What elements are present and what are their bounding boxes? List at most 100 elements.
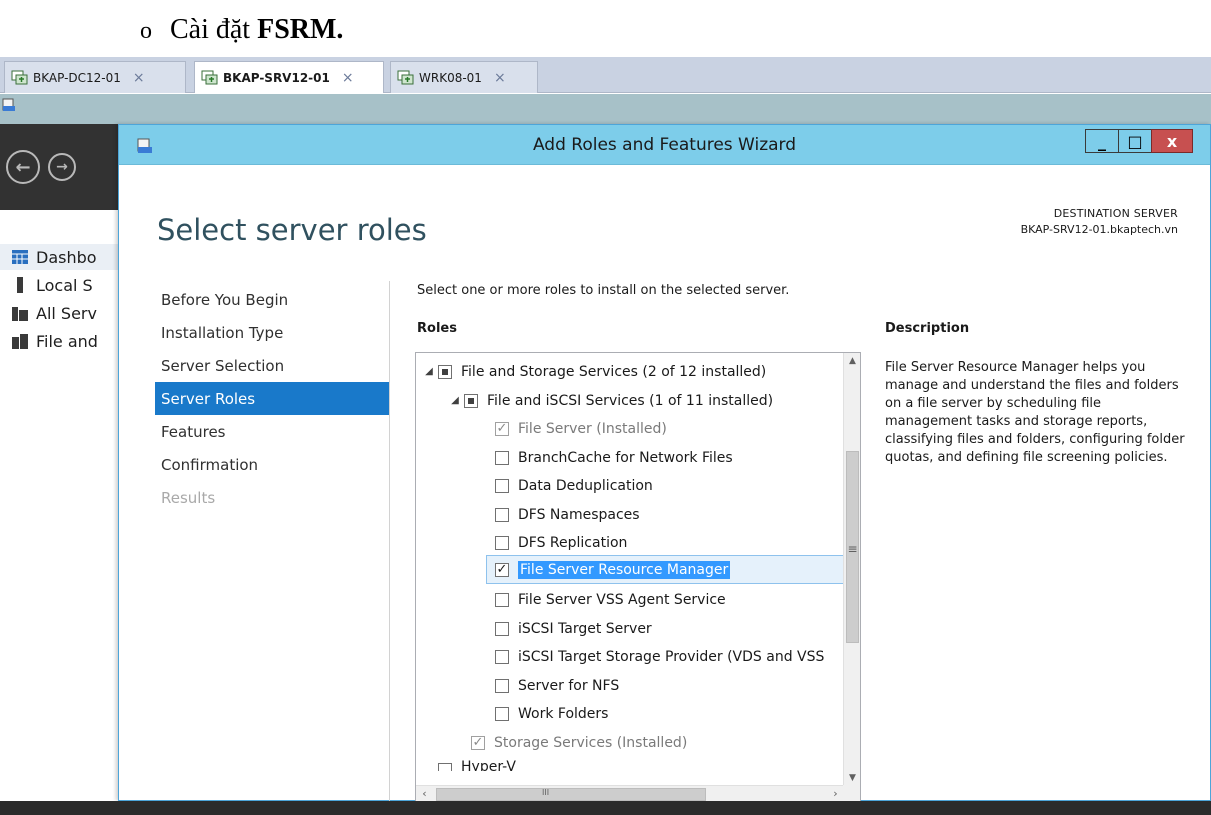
step-features[interactable]: Features: [155, 415, 389, 448]
roles-vertical-scrollbar[interactable]: ▲ ≡ ▼: [843, 353, 860, 787]
servers-icon: [12, 307, 28, 321]
taskbar: [0, 801, 1211, 815]
close-tab-icon[interactable]: ×: [342, 70, 354, 86]
expand-triangle-icon[interactable]: ◢: [446, 395, 464, 406]
role-description: File Server Resource Manager helps you m…: [885, 360, 1185, 465]
role-label: File and iSCSI Services (1 of 11 install…: [487, 392, 774, 409]
role-row[interactable]: Work Folders: [416, 699, 844, 728]
role-row: ✓ File Server (Installed): [416, 414, 844, 443]
bullet-marker: o: [140, 18, 152, 44]
vm-tab-dc12[interactable]: BKAP-DC12-01 ×: [4, 61, 186, 93]
checkbox-checked[interactable]: ✓: [495, 562, 509, 577]
sidebar-item-file-storage[interactable]: File and: [0, 328, 130, 354]
checkbox-partial[interactable]: [464, 393, 478, 408]
back-arrow-icon[interactable]: ←: [6, 150, 40, 184]
minimize-button[interactable]: _: [1085, 129, 1119, 153]
close-button[interactable]: x: [1151, 129, 1193, 153]
role-label: BranchCache for Network Files: [518, 449, 733, 466]
role-label: File Server (Installed): [518, 420, 667, 437]
role-label: Data Deduplication: [518, 477, 653, 494]
scroll-up-icon[interactable]: ▲: [844, 353, 860, 370]
maximize-button[interactable]: □: [1118, 129, 1152, 153]
sidebar-item-label: All Serv: [36, 303, 97, 323]
vm-connection-icon: [201, 70, 218, 84]
role-label: File and Storage Services (2 of 12 insta…: [461, 363, 767, 380]
vm-connection-icon: [11, 70, 28, 84]
checkbox[interactable]: [438, 763, 452, 771]
checkbox[interactable]: [495, 678, 509, 693]
role-row[interactable]: Server for NFS: [416, 671, 844, 700]
step-before-you-begin[interactable]: Before You Begin: [155, 283, 389, 316]
checkbox[interactable]: [495, 649, 509, 664]
role-row[interactable]: DFS Namespaces: [416, 500, 844, 529]
vm-connection-icon: [397, 70, 414, 84]
file-storage-icon: [12, 334, 28, 349]
sidebar-item-label: File and: [36, 331, 98, 351]
vm-tab-label: BKAP-SRV12-01: [223, 70, 330, 85]
description-heading: Description: [885, 321, 970, 336]
role-row[interactable]: iSCSI Target Server: [416, 614, 844, 643]
heading-prefix: Cài đặt: [170, 14, 258, 45]
add-roles-wizard-dialog: Add Roles and Features Wizard _ □ x Sele…: [118, 124, 1211, 803]
forward-arrow-icon[interactable]: →: [48, 153, 76, 181]
heading-bold-term: FSRM.: [257, 14, 344, 45]
instruction-text: Select one or more roles to install on t…: [417, 283, 790, 298]
server-manager-header: ← →: [0, 124, 130, 210]
horizontal-scroll-thumb[interactable]: [436, 788, 706, 801]
step-server-roles[interactable]: Server Roles: [155, 382, 389, 415]
role-row[interactable]: DFS Replication: [416, 528, 844, 557]
destination-server-label: DESTINATION SERVER: [1053, 207, 1178, 220]
vm-tab-wrk08[interactable]: WRK08-01 ×: [390, 61, 538, 93]
checkbox[interactable]: [495, 621, 509, 636]
role-label: Hyper-V: [461, 759, 516, 771]
checkbox[interactable]: [495, 706, 509, 721]
sidebar-item-label: Local S: [36, 275, 93, 295]
role-label: Work Folders: [518, 705, 609, 722]
step-installation-type[interactable]: Installation Type: [155, 316, 389, 349]
sidebar-item-local-server[interactable]: Local S: [0, 272, 130, 298]
scroll-grip-icon: ≡: [847, 542, 858, 556]
sidebar-item-dashboard[interactable]: Dashbo: [0, 244, 130, 270]
step-server-selection[interactable]: Server Selection: [155, 349, 389, 382]
role-label: File Server Resource Manager: [518, 560, 731, 579]
role-row-selected[interactable]: ✓ File Server Resource Manager: [486, 555, 854, 584]
role-row[interactable]: Data Deduplication: [416, 471, 844, 500]
role-row[interactable]: Hyper-V: [416, 757, 844, 771]
page-title: Select server roles: [157, 213, 427, 247]
role-label: Server for NFS: [518, 677, 620, 694]
close-tab-icon[interactable]: ×: [133, 70, 145, 86]
checkbox[interactable]: [495, 535, 509, 550]
roles-tree-list[interactable]: ◢ File and Storage Services (2 of 12 ins…: [415, 352, 861, 803]
wizard-steps: Before You Begin Installation Type Serve…: [155, 283, 389, 514]
role-label: iSCSI Target Server: [518, 620, 652, 637]
checkbox[interactable]: [495, 450, 509, 465]
checkbox-checked-disabled: ✓: [471, 734, 485, 750]
role-row[interactable]: iSCSI Target Storage Provider (VDS and V…: [416, 642, 844, 671]
wizard-app-icon[interactable]: [2, 98, 16, 112]
step-results: Results: [161, 488, 216, 507]
checkbox-checked-disabled: ✓: [495, 420, 509, 436]
checkbox[interactable]: [495, 592, 509, 607]
role-label: DFS Namespaces: [518, 506, 640, 523]
roles-heading: Roles: [417, 321, 457, 336]
roles-horizontal-scrollbar[interactable]: ‹ III ›: [416, 785, 844, 802]
vm-toolbar: [0, 94, 1211, 124]
checkbox[interactable]: [495, 507, 509, 522]
expand-triangle-icon[interactable]: ◢: [420, 366, 438, 377]
role-row[interactable]: ◢ File and iSCSI Services (1 of 11 insta…: [416, 386, 844, 415]
close-tab-icon[interactable]: ×: [494, 70, 506, 86]
checkbox[interactable]: [495, 478, 509, 493]
checkbox-partial[interactable]: [438, 364, 452, 379]
dialog-titlebar[interactable]: Add Roles and Features Wizard _ □ x: [119, 125, 1210, 165]
role-row[interactable]: BranchCache for Network Files: [416, 443, 844, 472]
vm-tab-srv12[interactable]: BKAP-SRV12-01 ×: [194, 61, 384, 93]
role-label: iSCSI Target Storage Provider (VDS and V…: [518, 648, 825, 665]
role-row[interactable]: ◢ File and Storage Services (2 of 12 ins…: [416, 357, 844, 386]
sidebar-item-all-servers[interactable]: All Serv: [0, 300, 130, 326]
steps-divider: [389, 281, 390, 801]
step-confirmation[interactable]: Confirmation: [155, 448, 389, 481]
scroll-grip-icon: III: [542, 788, 550, 797]
role-row[interactable]: File Server VSS Agent Service: [416, 585, 844, 614]
destination-server-name: BKAP-SRV12-01.bkaptech.vn: [1020, 223, 1178, 236]
dialog-title: Add Roles and Features Wizard: [532, 135, 797, 155]
